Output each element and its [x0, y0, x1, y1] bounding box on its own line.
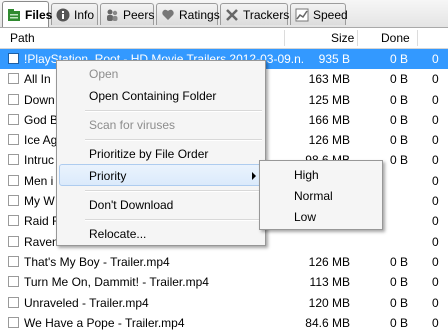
column-divider — [417, 30, 418, 46]
file-extra: 0 — [432, 72, 439, 87]
menu-separator — [85, 190, 262, 192]
file-path: We Have a Pope - Trailer.mp4 — [24, 315, 185, 330]
checkbox[interactable] — [8, 154, 19, 166]
file-extra: 0 — [432, 275, 439, 290]
column-header: Path Size Done — [0, 28, 448, 49]
ratings-icon — [161, 8, 175, 22]
checkbox[interactable] — [8, 255, 19, 267]
menu-item-prioritize-by-file-order[interactable]: Prioritize by File Order — [89, 147, 208, 161]
priority-submenu: High Normal Low — [259, 160, 383, 230]
file-extra: 0 — [432, 194, 439, 209]
file-extra: 0 — [432, 112, 439, 127]
file-done: 0 B — [389, 153, 408, 168]
file-size: 935 B — [318, 52, 350, 66]
trackers-icon — [225, 8, 239, 22]
checkbox[interactable] — [8, 73, 19, 85]
file-done: 0 B — [389, 133, 408, 148]
file-path: Unraveled - Trailer.mp4 — [24, 295, 149, 310]
file-size: 84.6 MB — [305, 315, 350, 330]
table-row[interactable]: That's My Boy - Trailer.mp4 126 MB 0 B 0 — [0, 252, 448, 272]
tab-trackers[interactable]: Trackers — [220, 3, 290, 25]
info-icon — [56, 8, 70, 22]
menu-item-dont-download[interactable]: Don't Download — [89, 198, 173, 212]
column-divider — [284, 30, 285, 46]
checkbox[interactable] — [8, 174, 19, 186]
column-divider — [357, 30, 358, 46]
menu-item-scan-for-viruses[interactable]: Scan for viruses — [89, 118, 175, 132]
submenu-arrow-icon — [252, 172, 256, 180]
file-size: 125 MB — [308, 92, 350, 107]
tab-files-label: Files — [25, 7, 53, 22]
context-menu: Open Open Containing Folder Scan for vir… — [56, 60, 266, 246]
file-size: 126 MB — [308, 133, 350, 148]
menu-item-relocate[interactable]: Relocate... — [89, 227, 146, 241]
checkbox[interactable] — [8, 53, 19, 64]
checkbox[interactable] — [8, 316, 19, 328]
file-size: 163 MB — [308, 72, 350, 87]
menu-item-normal[interactable]: Normal — [294, 189, 333, 203]
checkbox[interactable] — [8, 113, 19, 125]
file-path: That's My Boy - Trailer.mp4 — [24, 254, 170, 269]
file-extra: 0 — [432, 295, 439, 310]
file-done: 0 B — [389, 315, 408, 330]
tab-speed[interactable]: Speed — [290, 3, 348, 25]
file-extra: 0 — [432, 315, 439, 330]
file-done: 0 B — [389, 275, 408, 290]
speed-icon — [295, 8, 309, 22]
column-size[interactable]: Size — [331, 31, 354, 45]
tab-files[interactable]: Files — [2, 1, 53, 27]
file-path: Turn Me On, Dammit! - Trailer.mp4 — [24, 275, 209, 290]
file-extra: 0 — [432, 52, 439, 66]
file-size: 126 MB — [308, 254, 350, 269]
file-extra: 0 — [432, 214, 439, 229]
column-path[interactable]: Path — [10, 31, 35, 45]
checkbox[interactable] — [8, 215, 19, 227]
file-done: 0 B — [389, 72, 408, 87]
tab-ratings[interactable]: Ratings — [156, 3, 220, 25]
menu-item-priority[interactable]: Priority — [89, 169, 126, 183]
tab-ratings-label: Ratings — [179, 7, 220, 22]
file-done: 0 B — [389, 92, 408, 107]
checkbox[interactable] — [8, 134, 19, 146]
file-extra: 0 — [432, 133, 439, 148]
file-extra: 0 — [432, 254, 439, 269]
file-size: 166 MB — [308, 112, 350, 127]
tab-trackers-label: Trackers — [243, 7, 290, 22]
checkbox[interactable] — [8, 235, 19, 247]
file-size: 113 MB — [309, 275, 350, 290]
menu-separator — [85, 139, 262, 141]
table-row[interactable]: We Have a Pope - Trailer.mp4 84.6 MB 0 B 0 — [0, 313, 448, 333]
menu-item-low[interactable]: Low — [294, 210, 316, 224]
tab-bar: Files Info Peers Ratings Trackers Speed — [0, 0, 448, 28]
checkbox[interactable] — [8, 93, 19, 105]
files-icon — [7, 8, 21, 22]
checkbox[interactable] — [8, 276, 19, 288]
tab-peers[interactable]: Peers — [100, 3, 154, 25]
file-done: 0 B — [389, 112, 408, 127]
menu-item-high[interactable]: High — [294, 168, 319, 182]
file-extra: 0 — [432, 153, 439, 168]
file-done: 0 B — [389, 295, 408, 310]
tab-info[interactable]: Info — [51, 3, 98, 25]
file-extra: 0 — [432, 234, 439, 249]
menu-separator — [85, 110, 262, 112]
menu-item-open-containing-folder[interactable]: Open Containing Folder — [89, 89, 216, 103]
tab-info-label: Info — [74, 7, 95, 22]
file-done: 0 B — [389, 52, 408, 66]
table-row[interactable]: Turn Me On, Dammit! - Trailer.mp4 113 MB 0… — [0, 272, 448, 292]
tab-speed-label: Speed — [313, 7, 348, 22]
file-done: 0 B — [389, 254, 408, 269]
menu-separator — [85, 219, 262, 221]
peers-icon — [105, 8, 119, 22]
column-done[interactable]: Done — [381, 31, 410, 45]
file-size: 120 MB — [308, 295, 350, 310]
checkbox[interactable] — [8, 195, 19, 207]
table-row[interactable]: Unraveled - Trailer.mp4 120 MB 0 B 0 — [0, 293, 448, 313]
checkbox[interactable] — [8, 296, 19, 308]
file-extra: 0 — [432, 173, 439, 188]
tab-peers-label: Peers — [123, 7, 155, 22]
file-extra: 0 — [432, 92, 439, 107]
menu-item-open[interactable]: Open — [89, 67, 118, 81]
